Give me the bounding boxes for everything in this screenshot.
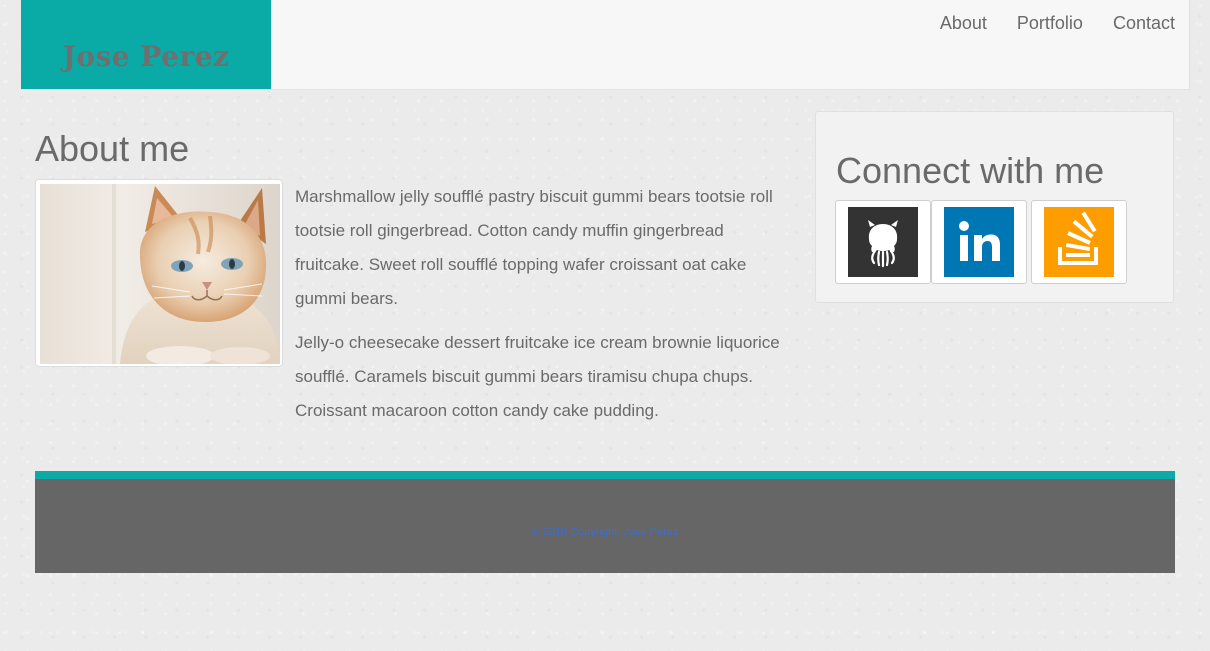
footer-copyright-link[interactable]: © 2016 Copyright: Jose Perez	[35, 526, 1175, 538]
navbar: Jose Perez About Portfolio Contact	[21, 0, 1190, 90]
about-paragraph-1: Marshmallow jelly soufflé pastry biscuit…	[295, 187, 773, 308]
cat-photo	[40, 184, 280, 364]
nav-links: About Portfolio Contact	[940, 13, 1175, 34]
footer: © 2016 Copyright: Jose Perez	[35, 471, 1175, 573]
stackoverflow-icon	[1044, 207, 1114, 277]
brand-block[interactable]: Jose Perez	[21, 0, 271, 89]
about-paragraph-2: Jelly-o cheesecake dessert fruitcake ice…	[295, 333, 780, 420]
brand-name[interactable]: Jose Perez	[21, 40, 271, 73]
profile-photo-frame	[35, 179, 283, 367]
stackoverflow-button[interactable]	[1031, 200, 1127, 284]
github-button[interactable]	[835, 200, 931, 284]
connect-title: Connect with me	[836, 150, 1105, 191]
nav-about-link[interactable]: About	[940, 13, 987, 34]
about-text: Marshmallow jelly soufflé pastry biscuit…	[295, 180, 785, 438]
nav-portfolio-link[interactable]: Portfolio	[1017, 13, 1083, 34]
linkedin-button[interactable]	[931, 200, 1027, 284]
linkedin-icon	[944, 207, 1014, 277]
github-icon	[848, 207, 918, 277]
nav-contact-link[interactable]: Contact	[1113, 13, 1175, 34]
about-title: About me	[35, 128, 190, 169]
connect-panel: Connect with me	[815, 111, 1174, 303]
